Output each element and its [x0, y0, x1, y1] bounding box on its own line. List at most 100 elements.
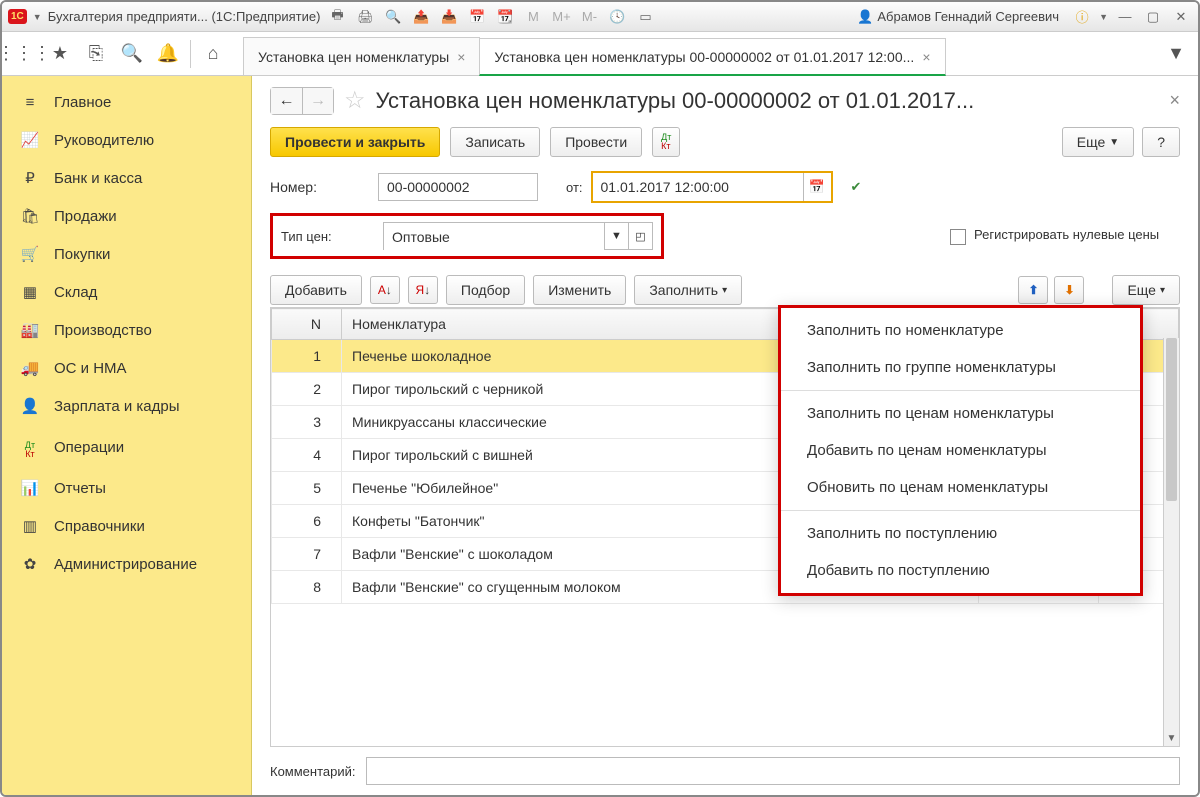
dtkr-button[interactable]: ДтКт	[652, 127, 680, 157]
fill-menu-item[interactable]: Заполнить по номенклатуре	[781, 312, 1140, 349]
table-more-button[interactable]: Еще ▾	[1112, 275, 1180, 305]
doc-title: Установка цен номенклатуры 00-00000002 о…	[376, 88, 1160, 114]
books-icon: ▥	[20, 517, 40, 535]
date-input[interactable]: 01.01.2017 12:00:00	[593, 173, 803, 201]
calendar-picker-icon[interactable]: 📅	[803, 173, 831, 201]
favorite-icon[interactable]: ★	[46, 40, 74, 68]
help-button[interactable]: ?	[1142, 127, 1180, 157]
sidebar-item-admin[interactable]: ✿Администрирование	[2, 545, 251, 583]
m-minus-icon[interactable]: M-	[578, 6, 600, 28]
close-window-icon[interactable]: ✕	[1170, 6, 1192, 28]
calendar31-icon[interactable]: 📆	[494, 6, 516, 28]
save-button[interactable]: Записать	[450, 127, 540, 157]
cell-n: 1	[272, 340, 342, 373]
number-input[interactable]: 00-00000002	[378, 173, 538, 201]
sidebar-item-sales[interactable]: 🛍Продажи	[2, 197, 251, 235]
maximize-icon[interactable]: ▢	[1142, 6, 1164, 28]
tab-prices-list[interactable]: Установка цен номенклатуры ×	[243, 37, 480, 75]
tab-close-icon[interactable]: ×	[457, 49, 465, 65]
fill-menu-item[interactable]: Добавить по ценам номенклатуры	[781, 432, 1140, 469]
clock-icon[interactable]: 🕓	[606, 6, 628, 28]
sidebar-item-manager[interactable]: 📈Руководителю	[2, 121, 251, 159]
app-title: Бухгалтерия предприяти... (1С:Предприяти…	[48, 9, 321, 24]
star-icon[interactable]: ☆	[344, 86, 366, 115]
clipboard-icon[interactable]: ⎘	[82, 40, 110, 68]
more-label: Еще	[1127, 282, 1156, 298]
import-icon[interactable]: 📥	[438, 6, 460, 28]
print2-icon[interactable]: 🖨	[354, 6, 376, 28]
nav-back-button[interactable]: ←	[270, 87, 302, 115]
tabs-dropdown-icon[interactable]: ▼	[1162, 40, 1190, 68]
cell-n: 7	[272, 538, 342, 571]
m-icon[interactable]: M	[522, 6, 544, 28]
more-button[interactable]: Еще ▼	[1062, 127, 1134, 157]
pick-button[interactable]: Подбор	[446, 275, 525, 305]
fill-menu-item[interactable]: Заполнить по ценам номенклатуры	[781, 395, 1140, 432]
fill-menu-item[interactable]: Добавить по поступлению	[781, 552, 1140, 589]
fill-button[interactable]: Заполнить ▾	[634, 275, 742, 305]
cell-n: 6	[272, 505, 342, 538]
dtkr-icon: ДтКт	[20, 435, 40, 459]
sidebar-item-purchases[interactable]: 🛒Покупки	[2, 235, 251, 273]
fill-menu-item[interactable]: Заполнить по группе номенклатуры	[781, 349, 1140, 386]
truck-icon: 🚚	[20, 359, 40, 377]
bell-icon[interactable]: 🔔	[154, 40, 182, 68]
sort-asc-button[interactable]: А↓	[370, 276, 400, 304]
price-type-open-icon[interactable]: ◰	[628, 223, 652, 249]
move-up-button[interactable]: ⬆	[1018, 276, 1048, 304]
approved-icon[interactable]: ✔	[851, 179, 862, 195]
minimize-icon[interactable]: —	[1114, 6, 1136, 28]
menu-dropdown-icon[interactable]: ▼	[33, 12, 42, 22]
user-name: Абрамов Геннадий Сергеевич	[877, 9, 1059, 24]
scroll-down-icon[interactable]: ▼	[1164, 730, 1179, 746]
cell-n: 8	[272, 571, 342, 604]
col-n-header[interactable]: N	[272, 309, 342, 340]
sidebar-item-warehouse[interactable]: ▦Склад	[2, 273, 251, 311]
move-down-button[interactable]: ⬇	[1054, 276, 1084, 304]
print-icon[interactable]: 🖶	[326, 6, 348, 28]
search-icon[interactable]: 🔍	[118, 40, 146, 68]
window-list-icon[interactable]: ▭	[634, 6, 656, 28]
tab-prices-doc[interactable]: Установка цен номенклатуры 00-00000002 о…	[479, 38, 945, 76]
tab-close-icon[interactable]: ×	[922, 49, 930, 65]
sidebar-item-salary[interactable]: 👤Зарплата и кадры	[2, 387, 251, 425]
post-button[interactable]: Провести	[550, 127, 642, 157]
m-plus-icon[interactable]: M+	[550, 6, 572, 28]
sidebar-item-main[interactable]: ≡Главное	[2, 84, 251, 121]
apps-icon[interactable]: ⋮⋮⋮	[10, 40, 38, 68]
titlebar: 1C ▼ Бухгалтерия предприяти... (1С:Предп…	[2, 2, 1198, 32]
chevron-down-icon: ▼	[1109, 137, 1119, 148]
menu-separator	[781, 510, 1140, 511]
comment-input[interactable]	[366, 757, 1181, 785]
sidebar-item-references[interactable]: ▥Справочники	[2, 507, 251, 545]
info-dropdown-icon[interactable]: ▼	[1099, 12, 1108, 22]
preview-icon[interactable]: 🔍	[382, 6, 404, 28]
price-type-input[interactable]: Оптовые	[384, 223, 604, 251]
info-icon[interactable]: ⓘ	[1071, 6, 1093, 28]
fill-menu-item[interactable]: Обновить по ценам номенклатуры	[781, 469, 1140, 506]
price-type-dropdown-icon[interactable]: ▼	[604, 223, 628, 249]
scroll-thumb[interactable]	[1166, 338, 1177, 501]
doc-close-icon[interactable]: ×	[1169, 90, 1180, 111]
register-zero-group[interactable]: Регистрировать нулевые цены	[950, 227, 1180, 245]
calendar-icon[interactable]: 📅	[466, 6, 488, 28]
sidebar-item-assets[interactable]: 🚚ОС и НМА	[2, 349, 251, 387]
home-icon[interactable]: ⌂	[199, 40, 227, 68]
sort-desc-button[interactable]: Я↓	[408, 276, 438, 304]
tab-label: Установка цен номенклатуры	[258, 49, 449, 65]
change-button[interactable]: Изменить	[533, 275, 626, 305]
post-and-close-button[interactable]: Провести и закрыть	[270, 127, 440, 157]
export-icon[interactable]: 📤	[410, 6, 432, 28]
fill-menu-item[interactable]: Заполнить по поступлению	[781, 515, 1140, 552]
nav-forward-button[interactable]: →	[302, 87, 334, 115]
sidebar-item-bank[interactable]: ₽Банк и касса	[2, 159, 251, 197]
add-button[interactable]: Добавить	[270, 275, 362, 305]
chevron-down-icon: ▾	[722, 285, 727, 296]
sidebar-item-reports[interactable]: 📊Отчеты	[2, 469, 251, 507]
user-chip[interactable]: 👤 Абрамов Геннадий Сергеевич	[851, 9, 1065, 25]
register-zero-checkbox[interactable]	[950, 229, 966, 245]
sidebar-item-production[interactable]: 🏭Производство	[2, 311, 251, 349]
date-group: 01.01.2017 12:00:00 📅	[591, 171, 833, 203]
scrollbar[interactable]: ▼	[1163, 338, 1179, 746]
sidebar-item-operations[interactable]: ДтКтОперации	[2, 425, 251, 469]
